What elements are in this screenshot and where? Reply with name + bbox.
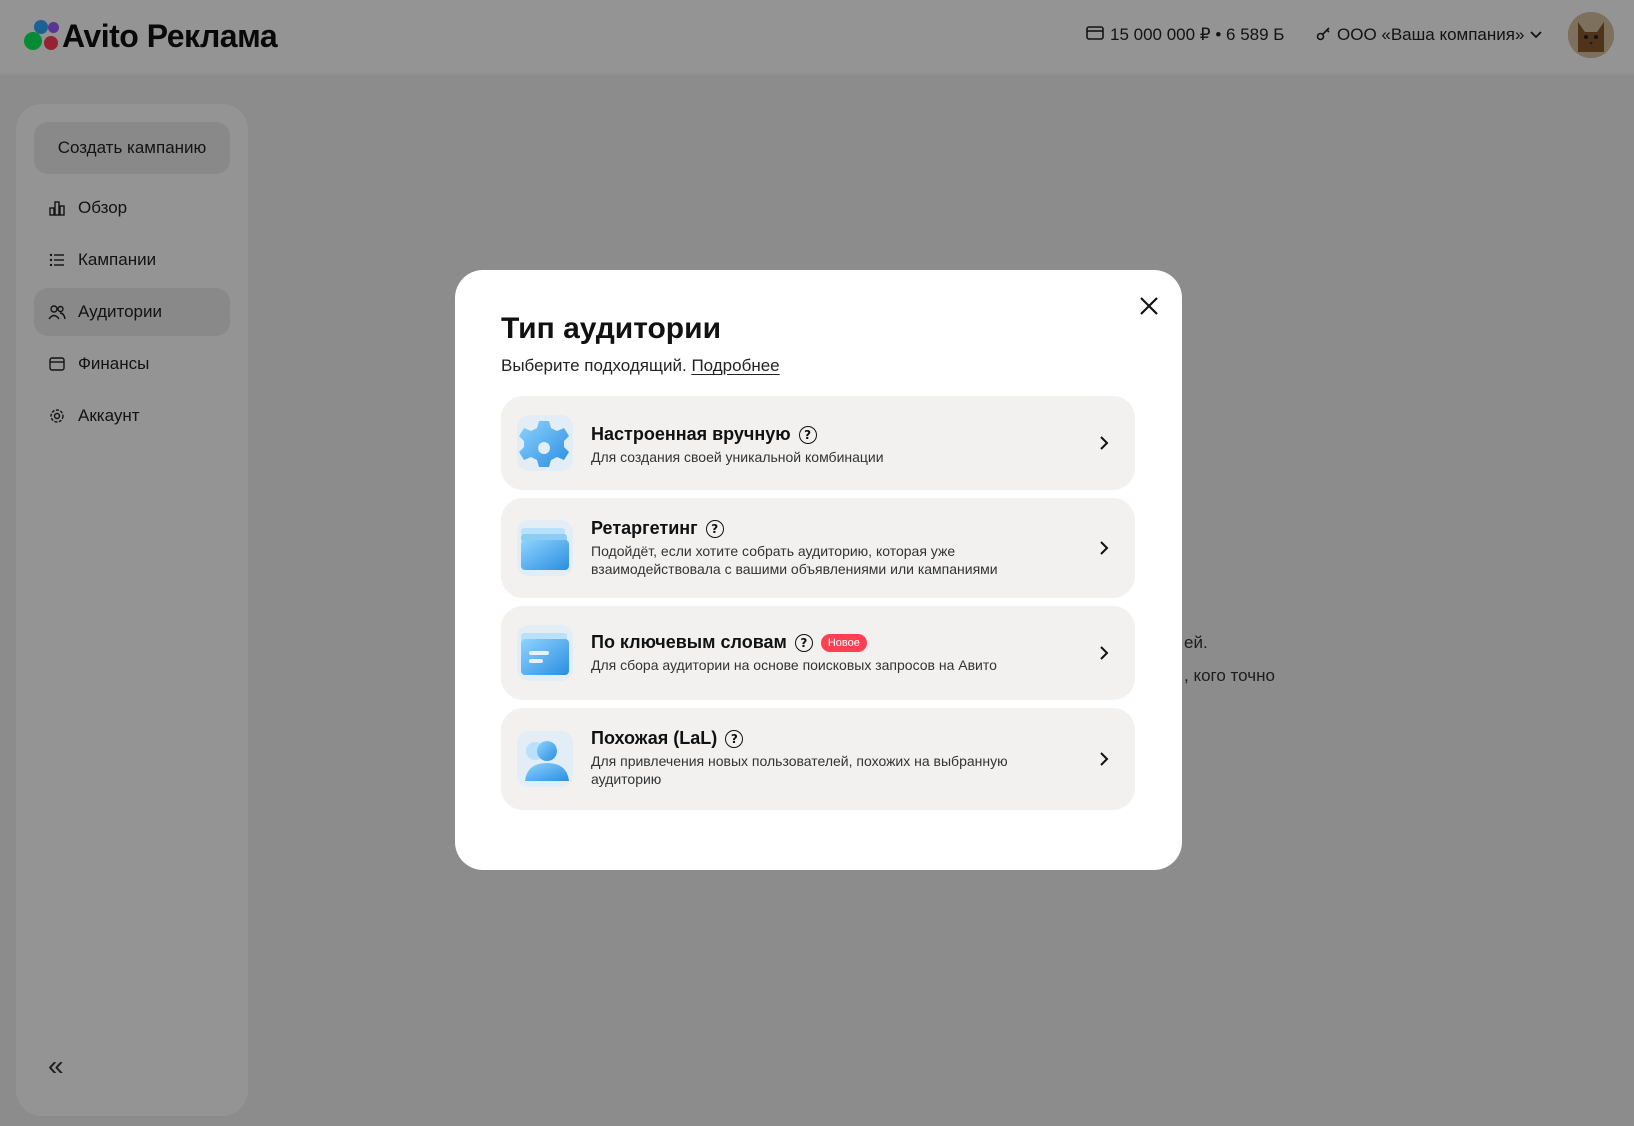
option-title: Настроенная вручную ? xyxy=(591,424,817,445)
people-icon xyxy=(517,731,573,787)
audience-type-modal: Тип аудитории Выберите подходящий. Подро… xyxy=(455,270,1182,870)
new-badge: Новое xyxy=(820,633,867,652)
modal-title: Тип аудитории xyxy=(501,312,722,345)
option-title: Похожая (LaL) ? xyxy=(591,728,744,749)
close-icon xyxy=(1140,297,1158,315)
option-description: Для привлечения новых пользователей, пох… xyxy=(591,753,1008,787)
option-retargeting[interactable]: Ретаргетинг ? Подойдёт, если хотите собр… xyxy=(501,498,1135,598)
option-title-text: Похожая (LaL) xyxy=(591,728,718,748)
option-title-text: Ретаргетинг xyxy=(591,518,698,538)
option-keywords[interactable]: По ключевым словам ? Новое Для сбора ауд… xyxy=(501,606,1135,700)
more-link[interactable]: Подробнее xyxy=(691,356,779,375)
option-title-text: Настроенная вручную xyxy=(591,424,791,444)
modal-subtitle-text: Выберите подходящий. xyxy=(501,356,687,375)
stack-icon xyxy=(517,520,573,576)
modal-subtitle: Выберите подходящий. Подробнее xyxy=(501,356,780,376)
option-title: Ретаргетинг ? xyxy=(591,518,724,539)
help-icon[interactable]: ? xyxy=(794,633,813,652)
option-lookalike[interactable]: Похожая (LaL) ? Для привлечения новых по… xyxy=(501,708,1135,810)
chevron-right-icon xyxy=(1097,749,1111,769)
card-icon xyxy=(517,625,573,681)
help-icon[interactable]: ? xyxy=(725,729,744,748)
gear-cog-icon xyxy=(517,415,573,471)
option-title-text: По ключевым словам xyxy=(591,632,787,652)
chevron-right-icon xyxy=(1097,538,1111,558)
option-description: Для создания своей уникальной комбинации xyxy=(591,449,884,465)
option-title: По ключевым словам ? Новое xyxy=(591,632,867,653)
help-icon[interactable]: ? xyxy=(705,519,724,538)
chevron-right-icon xyxy=(1097,433,1111,453)
help-icon[interactable]: ? xyxy=(798,425,817,444)
option-description: Подойдёт, если хотите собрать аудиторию,… xyxy=(591,543,998,577)
chevron-right-icon xyxy=(1097,643,1111,663)
option-manual[interactable]: Настроенная вручную ? Для создания своей… xyxy=(501,396,1135,490)
close-button[interactable] xyxy=(1133,290,1165,322)
option-description: Для сбора аудитории на основе поисковых … xyxy=(591,657,997,673)
